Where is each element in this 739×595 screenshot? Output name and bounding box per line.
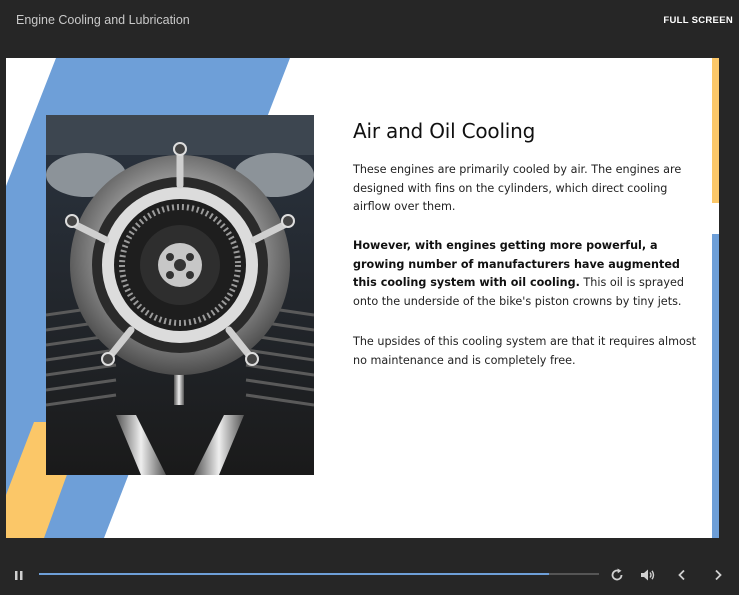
player-controls (0, 560, 739, 590)
progress-bar[interactable] (39, 573, 599, 575)
progress-bar-fill (39, 573, 549, 575)
course-title: Engine Cooling and Lubrication (16, 13, 190, 27)
paragraph-upsides: The upsides of this cooling system are t… (353, 335, 697, 367)
paragraph-air-cooling: These engines are primarily cooled by ai… (353, 163, 682, 214)
accent-bar-blue (712, 234, 719, 538)
chevron-left-icon[interactable] (675, 567, 689, 583)
replay-icon[interactable] (609, 567, 625, 583)
paragraph-oil-cooling: However, with engines getting more power… (353, 237, 698, 311)
engine-image (46, 115, 314, 475)
slide-canvas: Air and Oil Cooling These engines are pr… (6, 58, 719, 538)
fullscreen-button[interactable]: FULL SCREEN (663, 15, 733, 26)
volume-icon[interactable] (639, 567, 657, 583)
slide-heading: Air and Oil Cooling (353, 119, 536, 143)
top-bar: Engine Cooling and Lubrication FULL SCRE… (0, 0, 739, 44)
accent-bar-yellow (712, 58, 719, 203)
pause-icon[interactable] (13, 568, 25, 582)
chevron-right-icon[interactable] (711, 567, 725, 583)
